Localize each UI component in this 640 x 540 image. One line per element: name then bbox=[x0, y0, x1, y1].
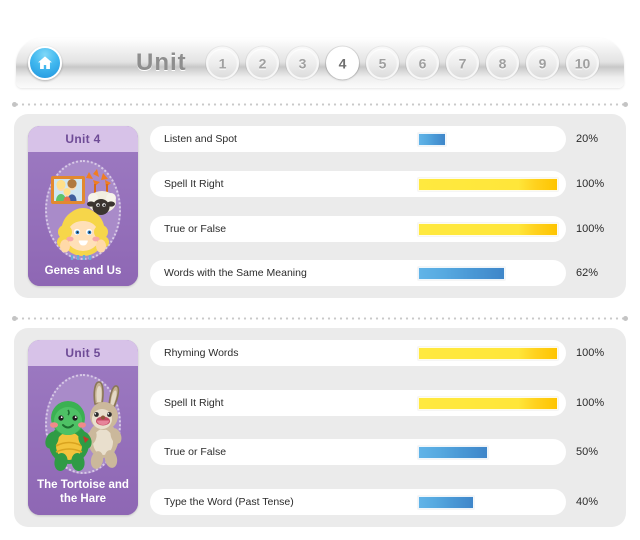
activity-pill[interactable]: Rhyming Words bbox=[150, 340, 566, 366]
unit-number-button-4[interactable]: 4 bbox=[326, 46, 359, 80]
unit-navigation-header: Unit 1 2 3 4 5 6 7 8 9 10 bbox=[16, 38, 624, 88]
activity-label: Spell It Right bbox=[164, 396, 224, 409]
activity-row[interactable]: Words with the Same Meaning 62% bbox=[150, 260, 612, 287]
unit-card-title: The Tortoise and the Hare bbox=[37, 479, 129, 506]
progress-percent-label: 50% bbox=[576, 446, 599, 459]
progress-bar-track bbox=[418, 267, 558, 281]
activity-pill[interactable]: Type the Word (Past Tense) bbox=[150, 488, 566, 515]
dotted-separator-middle bbox=[12, 316, 628, 321]
activity-label: Listen and Spot bbox=[164, 133, 237, 145]
activity-pill[interactable]: Words with the Same Meaning bbox=[150, 260, 566, 287]
progress-percent-label: 100% bbox=[576, 396, 605, 409]
progress-bar-track bbox=[418, 446, 558, 460]
activity-row[interactable]: Rhyming Words 100% bbox=[150, 340, 612, 366]
progress-bar-track bbox=[418, 133, 558, 146]
unit-number-button-1[interactable]: 1 bbox=[206, 46, 239, 80]
progress-bar-fill bbox=[418, 267, 505, 281]
unit-card-unit-label: Unit 4 bbox=[28, 126, 138, 152]
unit-number-button-7[interactable]: 7 bbox=[446, 46, 479, 80]
unit-section: Unit 5 The Tortoise and the Hare Rhyming… bbox=[14, 328, 626, 527]
unit-card-title: Genes and Us bbox=[44, 265, 122, 277]
unit-section: Unit 4 Genes and Us Listen and Spot 20% … bbox=[14, 114, 626, 299]
activity-label: True or False bbox=[164, 446, 227, 459]
home-button[interactable] bbox=[28, 46, 62, 80]
activity-label: Spell It Right bbox=[164, 177, 224, 190]
unit-number-button-5[interactable]: 5 bbox=[366, 46, 399, 80]
activity-row[interactable]: True or False 100% bbox=[150, 215, 612, 242]
unit-cover-card[interactable]: Unit 4 Genes and Us bbox=[28, 126, 138, 287]
home-icon bbox=[36, 54, 54, 72]
activity-pill[interactable]: True or False bbox=[150, 439, 566, 466]
progress-bar-fill bbox=[418, 495, 474, 509]
activity-row[interactable]: Spell It Right 100% bbox=[150, 170, 612, 197]
progress-bar-fill bbox=[418, 446, 488, 460]
progress-bar-track bbox=[418, 177, 558, 191]
activity-pill[interactable]: Listen and Spot bbox=[150, 126, 566, 152]
progress-bar-fill bbox=[418, 177, 558, 191]
activity-pill[interactable]: Spell It Right bbox=[150, 389, 566, 416]
family-portrait-girl-sheep-icon bbox=[51, 169, 116, 260]
progress-bar-fill bbox=[418, 347, 558, 360]
progress-percent-label: 100% bbox=[576, 222, 605, 235]
activity-label: True or False bbox=[164, 222, 227, 235]
unit-number-list: 1 2 3 4 5 6 7 8 9 10 bbox=[206, 46, 599, 80]
progress-percent-label: 100% bbox=[576, 177, 605, 190]
app-root: Unit 1 2 3 4 5 6 7 8 9 10 Unit 4 Genes a… bbox=[0, 0, 640, 540]
progress-percent-label: 40% bbox=[576, 495, 599, 508]
progress-bar-track bbox=[418, 347, 558, 360]
progress-percent-label: 100% bbox=[576, 347, 605, 359]
activity-row[interactable]: Type the Word (Past Tense) 40% bbox=[150, 488, 612, 515]
activity-label: Rhyming Words bbox=[164, 347, 239, 359]
activity-label: Words with the Same Meaning bbox=[164, 267, 307, 280]
activity-list: Rhyming Words 100% Spell It Right 100% True … bbox=[150, 340, 612, 515]
activity-pill[interactable]: True or False bbox=[150, 215, 566, 242]
progress-bar-track bbox=[418, 495, 558, 509]
activity-row[interactable]: Listen and Spot 20% bbox=[150, 126, 612, 152]
progress-bar-fill bbox=[418, 222, 558, 236]
unit-card-unit-label: Unit 5 bbox=[28, 340, 138, 366]
progress-bar-fill bbox=[418, 133, 446, 146]
progress-bar-track bbox=[418, 396, 558, 410]
progress-percent-label: 20% bbox=[576, 133, 599, 145]
progress-bar-track bbox=[418, 222, 558, 236]
unit-card-artwork: The Tortoise and the Hare bbox=[28, 366, 138, 515]
unit-number-button-10[interactable]: 10 bbox=[566, 46, 599, 80]
unit-number-button-6[interactable]: 6 bbox=[406, 46, 439, 80]
unit-number-button-2[interactable]: 2 bbox=[246, 46, 279, 80]
activity-label: Type the Word (Past Tense) bbox=[164, 495, 294, 508]
dotted-separator-top bbox=[12, 102, 628, 107]
unit-card-artwork: Genes and Us bbox=[28, 152, 138, 287]
unit-number-button-8[interactable]: 8 bbox=[486, 46, 519, 80]
page-title: Unit bbox=[136, 49, 187, 76]
tortoise-and-hare-icon bbox=[45, 381, 122, 471]
unit-number-button-3[interactable]: 3 bbox=[286, 46, 319, 80]
activity-row[interactable]: Spell It Right 100% bbox=[150, 389, 612, 416]
activity-row[interactable]: True or False 50% bbox=[150, 439, 612, 466]
progress-percent-label: 62% bbox=[576, 267, 599, 280]
unit-number-button-9[interactable]: 9 bbox=[526, 46, 559, 80]
activity-list: Listen and Spot 20% Spell It Right 100% True… bbox=[150, 126, 612, 287]
progress-bar-fill bbox=[418, 396, 558, 410]
unit-cover-card[interactable]: Unit 5 The Tortoise and the Hare bbox=[28, 340, 138, 515]
activity-pill[interactable]: Spell It Right bbox=[150, 170, 566, 197]
